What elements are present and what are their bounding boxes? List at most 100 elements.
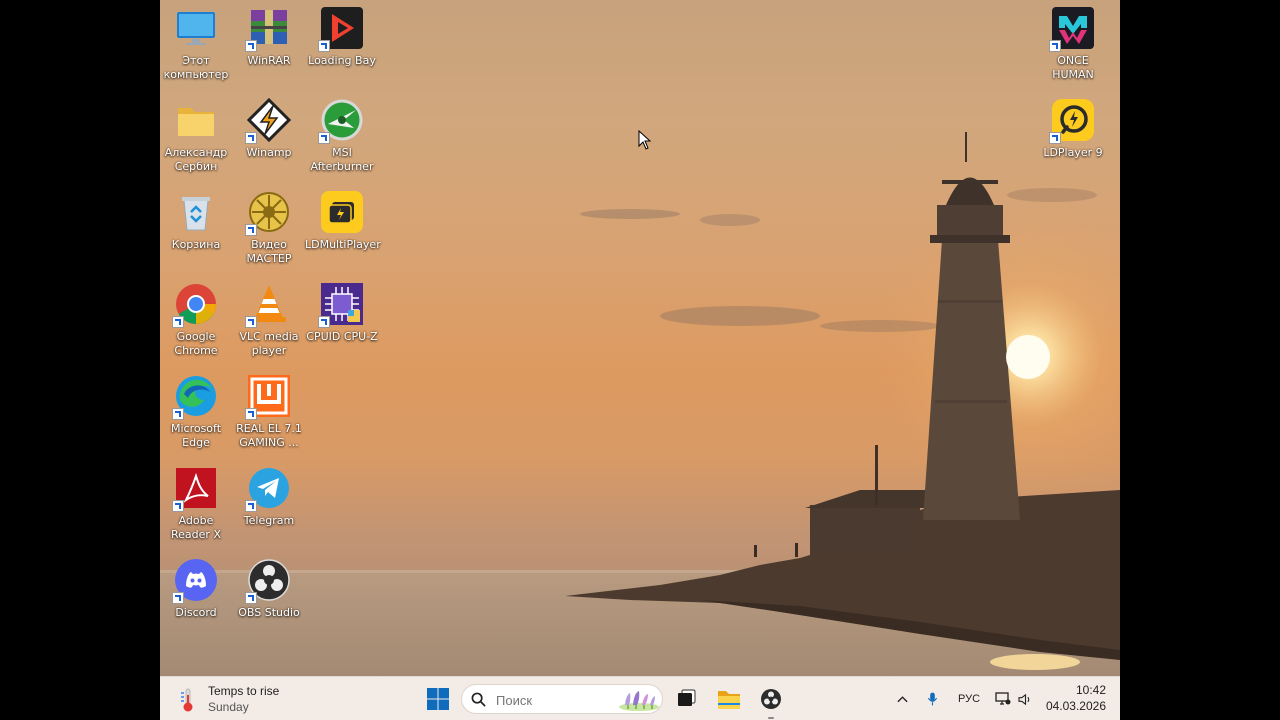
shortcut-arrow-icon [318,132,330,144]
shortcut-arrow-icon [172,500,184,512]
start-button[interactable] [424,685,452,713]
shortcut-arrow-icon [245,500,257,512]
desktop-icon-label: Winamp [246,146,292,159]
desktop-icon-label: LDMultiPlayer [305,238,381,251]
ldplayer-icon [1049,98,1095,144]
obs-icon [245,558,291,604]
desktop-icon-ldplayer[interactable]: LDPlayer 9 [1036,92,1110,160]
telegram-icon [245,466,291,512]
speaker-icon [1017,693,1029,705]
desktop-icon-recycle-bin[interactable]: Корзина [160,184,233,252]
desktop-icon-label: MSI Afterburner [310,146,374,173]
windows-start-icon [427,688,449,710]
task-view-icon [678,689,696,706]
msi-afterburner-icon [318,98,364,144]
network-icon [995,692,1011,705]
desktop-icon-label: REAL EL 7.1 GAMING ... [236,422,302,449]
desktop-icon-label: Discord [175,606,217,619]
microphone-icon [927,692,937,706]
desktop-icon-ldmultiplayer[interactable]: LDMultiPlayer [305,184,381,252]
input-language-button[interactable]: РУС [954,677,984,720]
shortcut-arrow-icon [318,316,330,328]
real-el-icon [245,374,291,420]
desktop-icon-winamp[interactable]: Winamp [232,92,306,160]
desktop-icon-label: ONCE HUMAN [1052,54,1094,81]
desktop-icon-label: OBS Studio [238,606,300,619]
desktop-icon-label: LDPlayer 9 [1043,146,1103,159]
task-view-button[interactable] [672,685,700,713]
wallpaper: Этот компьютер Александр Сербин Корзина … [160,0,1120,676]
search-highlight-flowers-icon [619,691,659,711]
network-button[interactable] [994,677,1012,720]
volume-button[interactable] [1016,677,1034,720]
shortcut-arrow-icon [1049,132,1061,144]
desktop-icon-user-folder[interactable]: Александр Сербин [160,92,233,174]
weather-title: Temps to rise [208,684,280,698]
desktop-icon-winrar[interactable]: WinRAR [232,0,306,68]
desktop-icon-vlc[interactable]: VLC media player [232,276,306,358]
obs-taskbar-icon [761,689,781,709]
shortcut-arrow-icon [1049,40,1061,52]
shortcut-arrow-icon [318,40,330,52]
desktop-icon-loading-bay[interactable]: Loading Bay [305,0,379,68]
desktop-screen: Этот компьютер Александр Сербин Корзина … [160,0,1120,720]
desktop-icon-label: Telegram [243,514,295,527]
desktop-icon-msi-afterburner[interactable]: MSI Afterburner [305,92,379,174]
shortcut-arrow-icon [172,408,184,420]
desktop-icon-label: Google Chrome [174,330,218,357]
thermometer-icon [181,688,193,712]
folder-icon [174,98,218,142]
recycle-bin-icon [174,190,218,234]
desktop-icon-telegram[interactable]: Telegram [232,460,306,528]
desktop-icon-adobe-reader[interactable]: Adobe Reader X [160,460,233,542]
desktop-icon-label: Microsoft Edge [170,422,222,449]
video-master-icon [245,190,291,236]
desktop-icon-label: Adobe Reader X [171,514,221,541]
clock-button[interactable]: 10:42 04.03.2026 [1042,682,1106,716]
show-hidden-icons-button[interactable] [892,677,912,720]
obs-taskbar-button[interactable] [757,685,785,719]
desktop-icon-once-human[interactable]: ONCE HUMAN [1036,0,1110,82]
file-explorer-button[interactable] [715,685,743,713]
desktop-icon-chrome[interactable]: Google Chrome [160,276,233,358]
desktop-icon-label: Loading Bay [308,54,376,67]
weather-subtitle: Sunday [208,700,249,714]
search-input[interactable] [494,689,618,711]
desktop-icon-discord[interactable]: Discord [160,552,233,620]
adobe-reader-icon [172,466,218,512]
vlc-icon [245,282,291,328]
monitor-icon [174,6,218,50]
clock-date: 04.03.2026 [1045,699,1106,713]
shortcut-arrow-icon [245,224,257,236]
running-indicator [768,717,774,719]
desktop-icon-label: CPUID CPU-Z [306,330,378,343]
search-box[interactable] [461,684,663,714]
desktop-icon-obs[interactable]: OBS Studio [232,552,306,620]
desktop-icon-cpuz[interactable]: CPUID CPU-Z [305,276,379,344]
desktop-icon-label: WinRAR [247,54,291,67]
taskbar: Temps to rise Sunday Поиск РУС 10:42 04.… [160,676,1120,720]
shortcut-arrow-icon [245,316,257,328]
edge-icon [172,374,218,420]
desktop-icon-label: Александр Сербин [164,146,228,173]
mouse-cursor-icon [638,130,652,150]
search-icon [471,692,486,707]
chevron-up-icon [896,696,908,703]
desktop-icon-edge[interactable]: Microsoft Edge [160,368,233,450]
winrar-icon [245,6,291,52]
ldmultiplayer-icon [320,190,364,234]
desktop-icon-label: Этот компьютер [163,54,229,81]
shortcut-arrow-icon [245,40,257,52]
discord-icon [172,558,218,604]
loading-bay-icon [318,6,364,52]
desktop-icon-this-pc[interactable]: Этот компьютер [160,0,233,82]
once-human-icon [1049,6,1095,52]
desktop-icon-video-master[interactable]: Видео МАСТЕР [232,184,306,266]
microphone-button[interactable] [922,677,942,720]
desktop-icon-real-el[interactable]: REAL EL 7.1 GAMING ... [232,368,306,450]
desktop-icon-label: Видео МАСТЕР [246,238,292,265]
cpuz-icon [318,282,364,328]
shortcut-arrow-icon [172,316,184,328]
desktop-icon-label: VLC media player [239,330,299,357]
chrome-icon [172,282,218,328]
